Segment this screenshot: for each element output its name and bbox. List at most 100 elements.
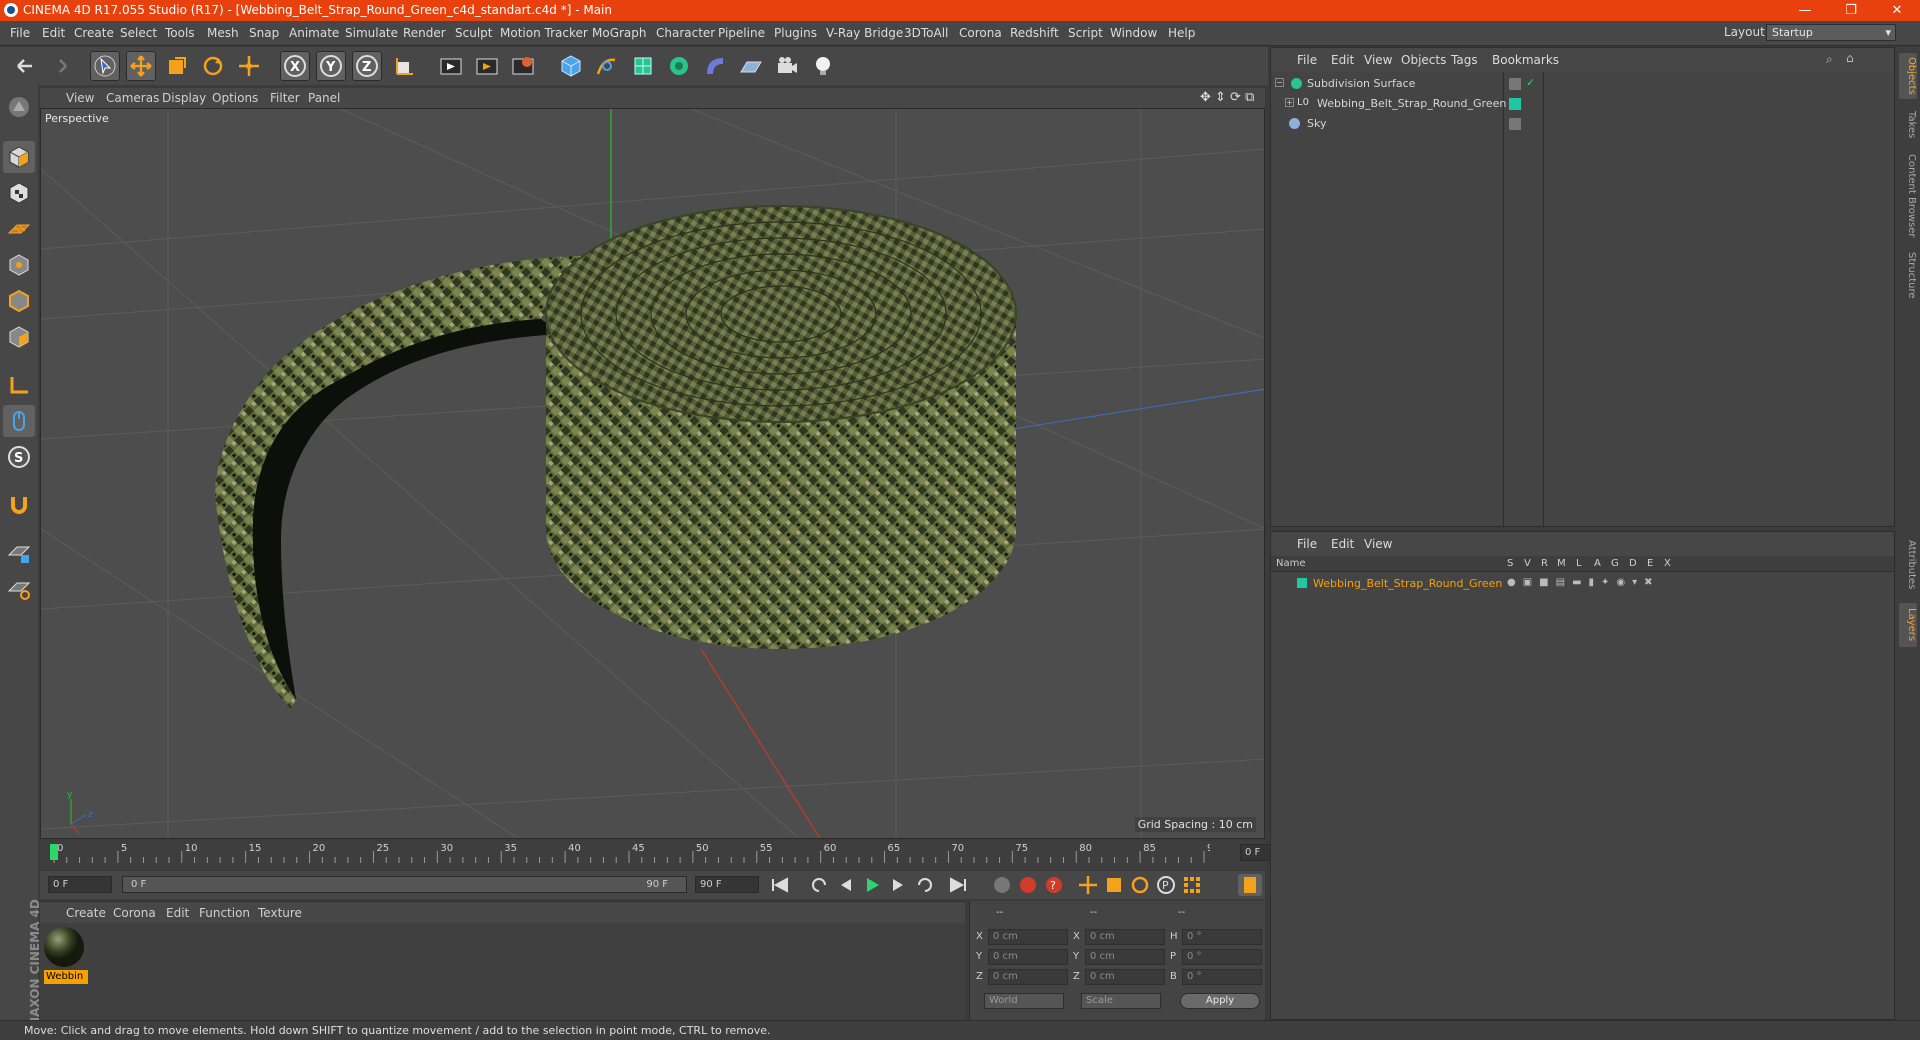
position-x-field[interactable]: 0 cm [988, 929, 1068, 945]
goto-prev-key-button[interactable] [808, 874, 832, 896]
menu-snap[interactable]: Snap [249, 26, 279, 40]
point-level-key-button[interactable] [1180, 874, 1204, 896]
rotation-b-field[interactable]: 0 ° [1182, 969, 1262, 985]
position-key-button[interactable] [1076, 874, 1100, 896]
rotate-tool-button[interactable] [198, 51, 228, 81]
planar-workplane-button[interactable] [3, 573, 35, 605]
rotation-key-button[interactable] [1128, 874, 1152, 896]
move-tool-button[interactable] [126, 51, 156, 81]
deformer-button[interactable] [700, 51, 730, 81]
menu-script[interactable]: Script [1068, 26, 1103, 40]
material-menu-texture[interactable]: Texture [258, 906, 302, 920]
menu-3dtoall[interactable]: 3DToAll [904, 26, 948, 40]
object-menu-objects[interactable]: Objects [1401, 53, 1446, 67]
tab-content-browser[interactable]: Content Browser [1899, 151, 1917, 241]
redo-button[interactable] [44, 51, 74, 81]
menu-simulate[interactable]: Simulate [345, 26, 398, 40]
menu-plugins[interactable]: Plugins [774, 26, 817, 40]
material-menu-edit[interactable]: Edit [166, 906, 189, 920]
menu-edit[interactable]: Edit [42, 26, 65, 40]
perspective-viewport[interactable]: y z Perspective Grid Spacing : 10 cm [40, 108, 1265, 839]
render-settings-button[interactable] [508, 51, 538, 81]
coordinate-system-button[interactable] [388, 51, 418, 81]
transform-tool-button[interactable] [234, 51, 264, 81]
timeline-ruler[interactable]: 051015202530354045505560657075808590 0 F [40, 841, 1304, 869]
keyframe-selection-button[interactable]: ? [1042, 874, 1066, 896]
menu-mograph[interactable]: MoGraph [592, 26, 647, 40]
menu-select[interactable]: Select [120, 26, 157, 40]
position-z-field[interactable]: 0 cm [988, 969, 1068, 985]
menu-character[interactable]: Character [656, 26, 715, 40]
lock-workplane-button[interactable] [3, 537, 35, 569]
menu-motion-tracker[interactable]: Motion Tracker [500, 26, 588, 40]
size-x-field[interactable]: 0 cm [1085, 929, 1165, 945]
next-frame-button[interactable] [886, 874, 910, 896]
position-y-field[interactable]: 0 cm [988, 949, 1068, 965]
enabled-check-icon[interactable]: ✓ [1526, 76, 1535, 89]
layer-menu-edit[interactable]: Edit [1331, 537, 1354, 551]
render-view-button[interactable] [436, 51, 466, 81]
prev-frame-button[interactable] [834, 874, 858, 896]
spline-pen-button[interactable] [592, 51, 622, 81]
object-menu-tags[interactable]: Tags [1451, 53, 1478, 67]
goto-end-button[interactable] [946, 874, 970, 896]
material-menu-corona[interactable]: Corona [113, 906, 156, 920]
scale-tool-button[interactable] [162, 51, 192, 81]
render-picture-viewer-button[interactable] [472, 51, 502, 81]
object-menu-edit[interactable]: Edit [1331, 53, 1354, 67]
cloner-button[interactable] [664, 51, 694, 81]
apply-button[interactable]: Apply [1180, 993, 1260, 1009]
viewport-menu-display[interactable]: Display [162, 91, 206, 105]
menu-corona[interactable]: Corona [959, 26, 1002, 40]
menu-window[interactable]: Window [1110, 26, 1157, 40]
tab-layers[interactable]: Layers [1899, 603, 1917, 647]
undo-button[interactable] [10, 51, 40, 81]
frame-range-slider[interactable]: 0 F 90 F [122, 876, 687, 893]
subdivision-surface-button[interactable] [628, 51, 658, 81]
collapse-icon[interactable]: − [1275, 78, 1284, 87]
layer-menu-file[interactable]: File [1297, 537, 1317, 551]
coordinate-mode-dropdown[interactable]: World [984, 993, 1064, 1009]
edge-mode-button[interactable] [3, 285, 35, 317]
minimize-icon[interactable]: — [1782, 0, 1828, 21]
layer-menu-view[interactable]: View [1364, 537, 1392, 551]
layer-row[interactable]: Webbing_Belt_Strap_Round_Green ●▣■▤▬▮✦◉▾… [1271, 574, 1894, 594]
viewport-menu-panel[interactable]: Panel [308, 91, 340, 105]
polygon-mode-button[interactable] [3, 321, 35, 353]
tab-structure[interactable]: Structure [1899, 247, 1917, 303]
close-icon[interactable]: ✕ [1874, 0, 1920, 21]
object-row-webbing-belt[interactable]: + L0 Webbing_Belt_Strap_Round_Green [1271, 94, 1894, 114]
viewport-menu-cameras[interactable]: Cameras [106, 91, 159, 105]
layer-tag-icon[interactable] [1509, 118, 1521, 130]
menu-animate[interactable]: Animate [289, 26, 339, 40]
playhead[interactable] [50, 844, 58, 860]
layer-color-icon[interactable] [1297, 578, 1307, 588]
viewport-menu-options[interactable]: Options [212, 91, 258, 105]
object-row-sky[interactable]: Sky [1271, 114, 1894, 134]
object-menu-file[interactable]: File [1297, 53, 1317, 67]
z-axis-lock-button[interactable]: Z [352, 51, 382, 81]
layer-color-icon[interactable] [1509, 98, 1521, 110]
layer-toggles[interactable]: ●▣■▤▬▮✦◉▾✖ [1507, 577, 1660, 588]
menu-create[interactable]: Create [74, 26, 114, 40]
material-menu-create[interactable]: Create [66, 906, 106, 920]
tab-attributes[interactable]: Attributes [1899, 533, 1917, 597]
restore-icon[interactable]: ❐ [1828, 0, 1874, 21]
object-menu-view[interactable]: View [1364, 53, 1392, 67]
material-swatch[interactable]: Webbin [42, 925, 88, 985]
viewport-menu-view[interactable]: View [66, 91, 94, 105]
transform-mode-dropdown[interactable]: Scale [1081, 993, 1161, 1009]
menu-vray-bridge[interactable]: V-Ray Bridge [826, 26, 903, 40]
model-mode-button[interactable] [3, 141, 35, 173]
parameter-key-button[interactable]: P [1154, 874, 1178, 896]
goto-next-key-button[interactable] [912, 874, 936, 896]
menu-help[interactable]: Help [1168, 26, 1195, 40]
tweak-mode-button[interactable] [3, 405, 35, 437]
size-z-field[interactable]: 0 cm [1085, 969, 1165, 985]
menu-mesh[interactable]: Mesh [207, 26, 239, 40]
menu-file[interactable]: File [10, 26, 30, 40]
goto-start-button[interactable] [768, 874, 792, 896]
light-button[interactable] [808, 51, 838, 81]
play-button[interactable] [860, 874, 884, 896]
size-y-field[interactable]: 0 cm [1085, 949, 1165, 965]
